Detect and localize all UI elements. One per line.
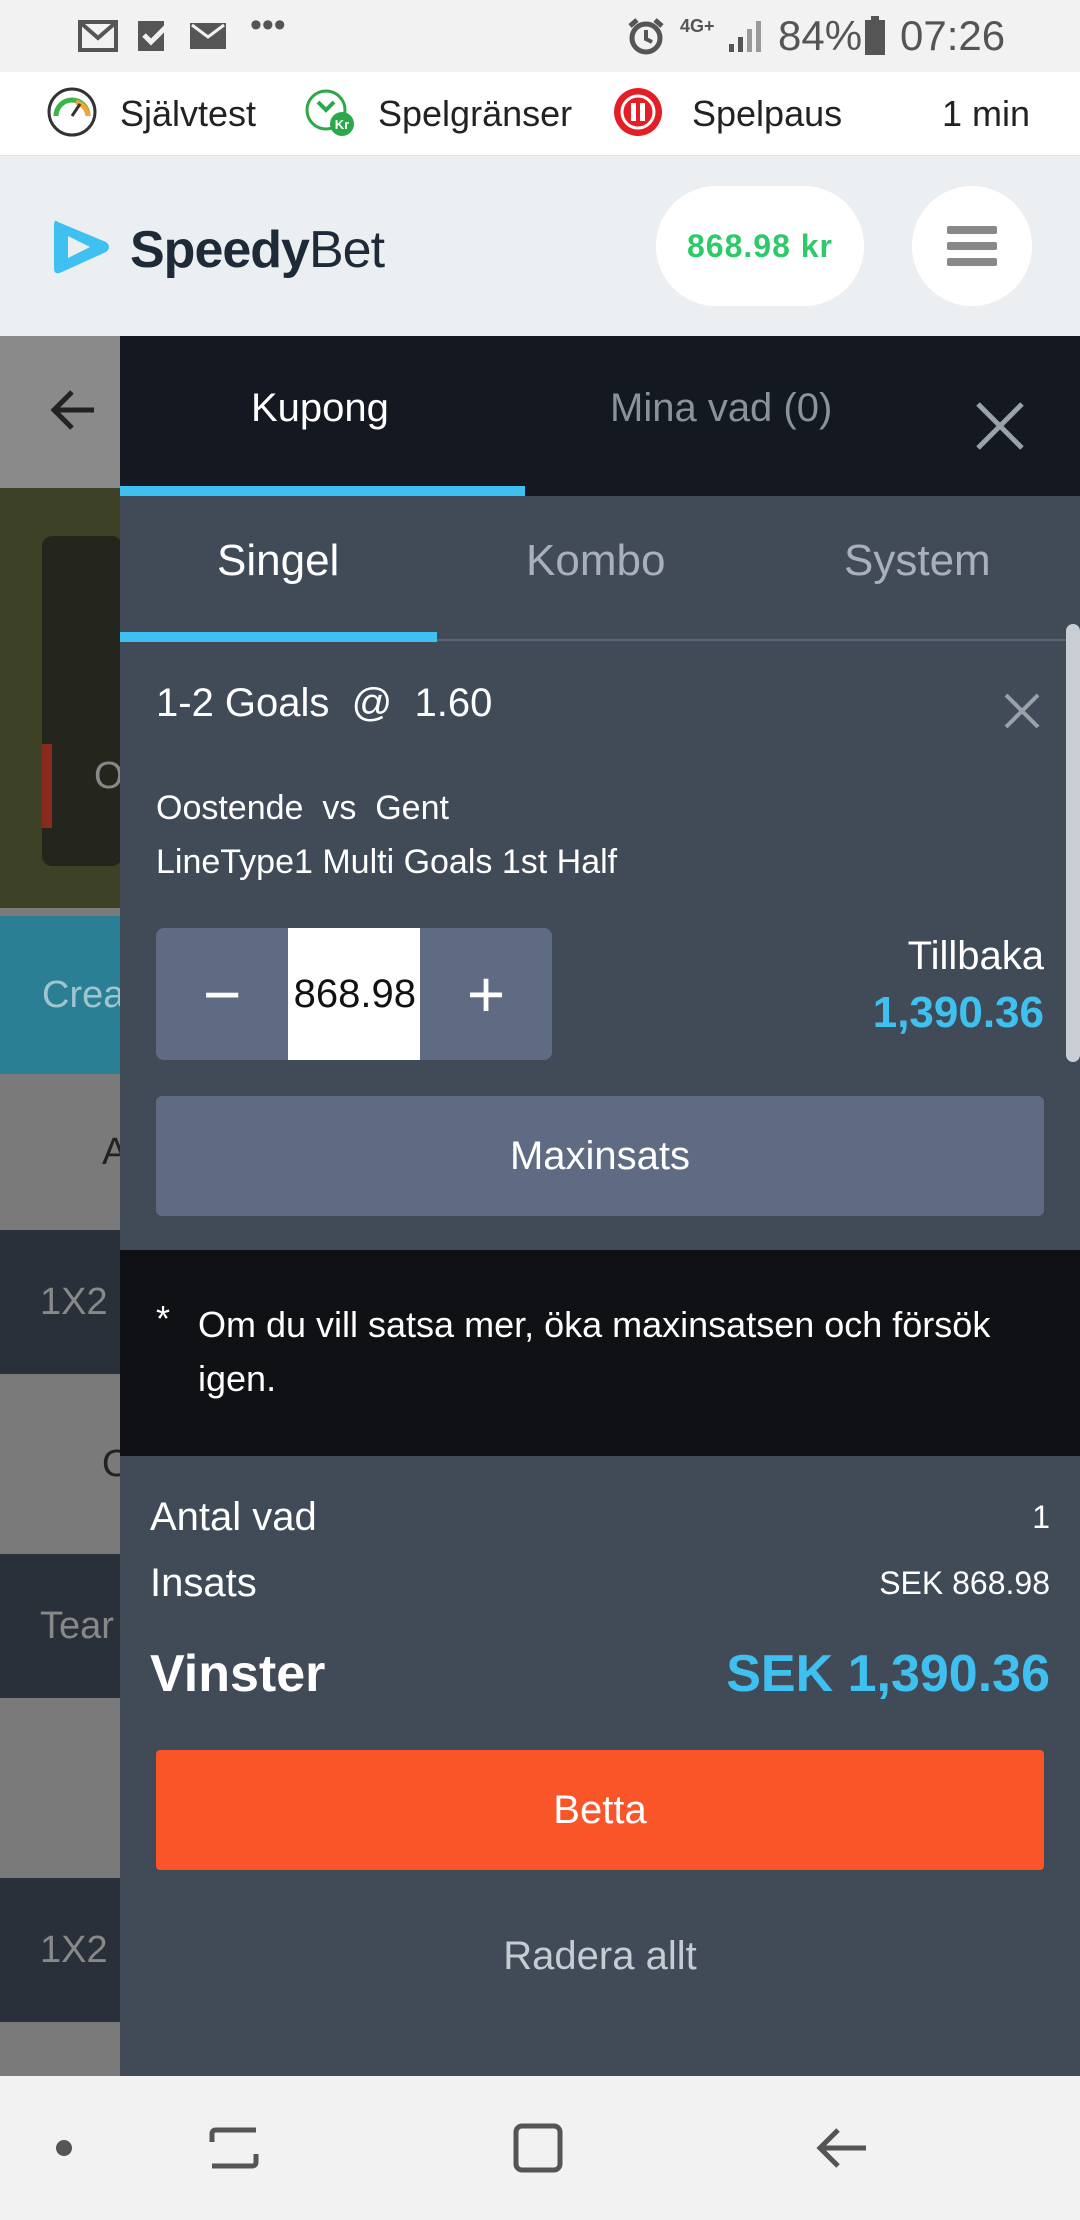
pause-icon — [612, 86, 664, 143]
nav-dot-icon — [54, 2116, 74, 2180]
decrease-stake-button[interactable]: − — [156, 928, 288, 1060]
menu-line — [947, 258, 997, 266]
increase-stake-button[interactable]: + — [420, 928, 552, 1060]
limits-icon: Kr — [304, 86, 356, 143]
clear-all-button[interactable]: Radera allt — [120, 1934, 1080, 1979]
count-label: Antal vad — [150, 1494, 317, 1539]
bg-row-label: A — [102, 1130, 120, 1173]
winnings-label: Vinster — [150, 1645, 326, 1703]
rg-item-label: Spelpaus — [692, 93, 843, 134]
stake-label: Insats — [150, 1560, 257, 1605]
hamburger-menu-button[interactable] — [912, 186, 1032, 306]
gmail-icon — [76, 18, 120, 54]
bg-row — [0, 1698, 120, 1878]
bg-row: 1X2 — [0, 1878, 120, 2022]
clock: 07:26 — [900, 12, 1006, 59]
bg-row: Tear — [0, 1554, 120, 1698]
close-icon[interactable] — [970, 396, 1030, 456]
logo-text: SpeedyBet — [130, 220, 385, 280]
status-bar: ••• 4G+ 84% 07:26 — [0, 0, 1080, 72]
rg-item-limits[interactable]: Kr Spelgränser — [304, 72, 572, 156]
bet-type-active-indicator — [120, 632, 437, 642]
bet-coupon-panel: Kupong Mina vad (0) Singel Kombo System … — [120, 336, 1080, 2076]
recent-apps-icon[interactable] — [204, 2116, 264, 2180]
notice-text: Om du vill satsa mer, öka maxinsatsen oc… — [198, 1304, 991, 1399]
tab-combo[interactable]: Kombo — [526, 536, 665, 586]
responsible-gaming-bar: Självtest Kr Spelgränser Spelpaus 1 min — [0, 72, 1080, 156]
logo-text-regular: Bet — [308, 220, 385, 279]
stake-value: SEK 868.98 — [879, 1564, 1050, 1601]
bet-type-tabs: Singel Kombo System — [120, 496, 1080, 641]
bg-row-label: Crea — [42, 973, 120, 1016]
count-value: 1 — [1032, 1498, 1050, 1535]
battery-percent: 84% — [778, 12, 863, 59]
bg-row — [0, 2022, 120, 2076]
overflow-indicator: ••• — [250, 6, 286, 44]
bg-row-label: O — [102, 1442, 120, 1485]
home-icon[interactable] — [508, 2116, 568, 2180]
selection-match: Oostende vs Gent — [156, 789, 449, 827]
alarm-icon — [626, 18, 666, 55]
place-bet-button[interactable]: Betta — [156, 1750, 1044, 1870]
summary-winnings-row: Vinster SEK 1,390.36 — [150, 1642, 1050, 1706]
tab-coupon[interactable]: Kupong — [251, 386, 389, 431]
tab-system[interactable]: System — [844, 536, 991, 586]
bg-row: 1X2 — [0, 1230, 120, 1374]
rg-item-selftest[interactable]: Självtest — [46, 72, 256, 156]
tab-my-bets[interactable]: Mina vad (0) — [610, 386, 832, 431]
mail-icon — [186, 18, 230, 54]
back-icon[interactable] — [812, 2116, 872, 2180]
bg-row-label: Tear — [40, 1604, 114, 1647]
menu-line — [947, 226, 997, 234]
bg-red-marker — [42, 744, 52, 828]
winnings-value: SEK 1,390.36 — [726, 1645, 1050, 1703]
stake-input[interactable]: 868.98 — [288, 928, 420, 1060]
notice-bullet: * — [156, 1298, 171, 1339]
bg-row-label: 1X2 — [40, 1280, 108, 1323]
remove-selection-icon[interactable] — [1000, 689, 1044, 733]
menu-line — [947, 242, 997, 250]
max-stake-button[interactable]: Maxinsats — [156, 1096, 1044, 1216]
summary-count-row: Antal vad 1 — [150, 1492, 1050, 1542]
scrollbar[interactable] — [1066, 624, 1080, 1062]
tab-single[interactable]: Singel — [217, 536, 339, 586]
bg-row: A — [0, 1074, 120, 1230]
bg-scoreboard — [42, 536, 120, 866]
summary-stake-row: Insats SEK 868.98 — [150, 1558, 1050, 1608]
gauge-icon — [46, 86, 98, 143]
back-arrow-icon[interactable] — [48, 388, 98, 437]
rg-item-label: Spelgränser — [378, 93, 573, 134]
selection-market: LineType1 Multi Goals 1st Half — [156, 843, 618, 881]
check-icon — [134, 18, 174, 54]
logo-icon — [48, 214, 114, 285]
rg-item-pause[interactable]: Spelpaus — [612, 72, 842, 156]
stake-stepper: − 868.98 + — [156, 928, 552, 1060]
return-label: Tillbaka — [907, 934, 1044, 978]
session-time: 1 min — [941, 93, 1030, 134]
background-page: O Crea A 1X2 O Tear 1X2 — [0, 336, 120, 2076]
bg-row: O — [94, 754, 120, 797]
logo-text-bold: Speedy — [130, 220, 310, 279]
selection-title: 1-2 Goals @ 1.60 — [156, 681, 493, 725]
app-header: SpeedyBet 868.98 kr — [0, 156, 1080, 336]
coupon-tabs: Kupong Mina vad (0) — [120, 336, 1080, 496]
tab-active-indicator — [120, 486, 525, 496]
signal-icon — [726, 18, 766, 54]
system-nav-bar — [0, 2076, 1080, 2220]
bg-row: O — [0, 1374, 120, 1554]
logo[interactable]: SpeedyBet — [48, 214, 385, 285]
balance-button[interactable]: 868.98 kr — [656, 186, 864, 306]
network-type: 4G+ — [680, 16, 715, 36]
battery-icon — [862, 16, 888, 55]
bg-row-label: 1X2 — [40, 1928, 108, 1971]
rg-item-label: Självtest — [120, 93, 257, 134]
return-value: 1,390.36 — [872, 988, 1044, 1037]
max-stake-notice: * Om du vill satsa mer, öka maxinsatsen … — [120, 1250, 1080, 1456]
bg-create-row: Crea — [0, 916, 120, 1074]
svg-text:Kr: Kr — [335, 117, 349, 132]
